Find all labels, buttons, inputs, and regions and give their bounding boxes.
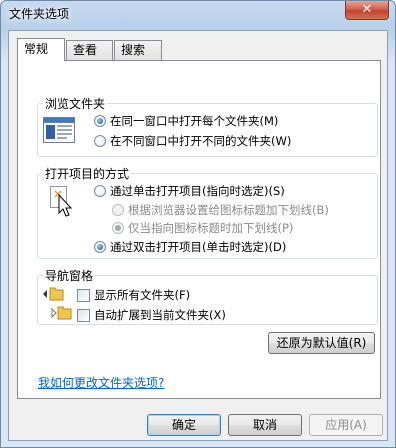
underline-point-radio[interactable]: 仅当指向图标标题时加下划线(P) bbox=[112, 220, 293, 236]
show-all-folders-checkbox[interactable]: 显示所有文件夹(F) bbox=[77, 287, 190, 303]
underline-point-label: 仅当指向图标标题时加下划线(P) bbox=[128, 221, 294, 235]
tab-general[interactable]: 常规 bbox=[17, 38, 65, 61]
tab-general-label: 常规 bbox=[24, 42, 49, 56]
click-items-title: 打开项目的方式 bbox=[43, 165, 132, 182]
open-new-window-radio[interactable]: 在不同窗口中打开不同的文件夹(W) bbox=[94, 133, 291, 149]
open-new-window-label: 在不同窗口中打开不同的文件夹(W) bbox=[110, 134, 292, 148]
cancel-button[interactable]: 取消 bbox=[228, 414, 302, 436]
auto-expand-checkbox[interactable]: 自动扩展到当前文件夹(X) bbox=[77, 307, 226, 323]
close-button[interactable]: ✕ bbox=[345, 1, 389, 20]
checkbox-indicator[interactable] bbox=[77, 308, 90, 322]
open-same-window-label: 在同一窗口中打开每个文件夹(M) bbox=[110, 114, 279, 128]
tab-search[interactable]: 搜索 bbox=[114, 40, 162, 60]
dialog-client-area: 常规 查看 搜索 浏览文件夹 在同一窗口中打开每个文件夹(M) 在不同窗口中打开… bbox=[8, 30, 388, 441]
radio-indicator[interactable] bbox=[94, 185, 106, 197]
navigation-pane-group: 导航窗格 显示所有文件夹(F) 自动扩展到当前文件夹(X) bbox=[37, 267, 378, 325]
open-same-window-radio[interactable]: 在同一窗口中打开每个文件夹(M) bbox=[94, 113, 278, 129]
single-click-radio[interactable]: 通过单击打开项目(指向时选定)(S) bbox=[94, 183, 285, 199]
navigation-pane-title: 导航窗格 bbox=[43, 267, 96, 284]
restore-defaults-button[interactable]: 还原为默认值(R) bbox=[268, 332, 375, 354]
radio-indicator[interactable] bbox=[94, 241, 106, 253]
show-all-folders-label: 显示所有文件夹(F) bbox=[94, 288, 191, 302]
general-tab-panel: 浏览文件夹 在同一窗口中打开每个文件夹(M) 在不同窗口中打开不同的文件夹(W)… bbox=[17, 60, 381, 399]
browse-folders-group: 浏览文件夹 在同一窗口中打开每个文件夹(M) 在不同窗口中打开不同的文件夹(W) bbox=[37, 95, 378, 157]
tab-search-label: 搜索 bbox=[121, 43, 146, 57]
single-click-label: 通过单击打开项目(指向时选定)(S) bbox=[110, 184, 285, 198]
ok-button[interactable]: 确定 bbox=[147, 414, 221, 436]
collapsed-folder-icon bbox=[51, 304, 73, 323]
browse-folders-title: 浏览文件夹 bbox=[43, 95, 108, 112]
tab-view[interactable]: 查看 bbox=[66, 40, 113, 60]
window-title: 文件夹选项 bbox=[9, 7, 70, 21]
tab-view-label: 查看 bbox=[73, 43, 98, 57]
double-click-radio[interactable]: 通过双击打开项目(单击时选定)(D) bbox=[94, 239, 286, 255]
expanded-folder-icon bbox=[42, 285, 64, 304]
help-link[interactable]: 我如何更改文件夹选项? bbox=[38, 374, 164, 391]
close-icon: ✕ bbox=[361, 2, 373, 17]
radio-indicator[interactable] bbox=[94, 115, 106, 127]
double-click-label: 通过双击打开项目(单击时选定)(D) bbox=[110, 240, 287, 254]
radio-indicator[interactable] bbox=[112, 204, 124, 216]
checkbox-indicator[interactable] bbox=[77, 288, 90, 302]
folder-options-window: 文件夹选项 ✕ 常规 查看 搜索 浏览文件夹 在同一窗口中打开每个文件夹(M) … bbox=[0, 0, 396, 448]
window-layout-icon bbox=[43, 117, 75, 146]
radio-indicator[interactable] bbox=[94, 135, 106, 147]
underline-browser-label: 根据浏览器设置给图标标题加下划线(B) bbox=[128, 203, 329, 217]
apply-button[interactable]: 应用(A) bbox=[309, 414, 383, 436]
radio-indicator[interactable] bbox=[112, 222, 124, 234]
title-bar[interactable]: 文件夹选项 ✕ bbox=[1, 1, 395, 29]
pointer-click-icon bbox=[49, 185, 75, 222]
underline-browser-radio[interactable]: 根据浏览器设置给图标标题加下划线(B) bbox=[112, 202, 329, 218]
auto-expand-label: 自动扩展到当前文件夹(X) bbox=[94, 308, 226, 322]
click-items-group: 打开项目的方式 通过单击打开项目(指向时选定)(S) 根据浏览器设置给图标标题加… bbox=[37, 165, 378, 259]
